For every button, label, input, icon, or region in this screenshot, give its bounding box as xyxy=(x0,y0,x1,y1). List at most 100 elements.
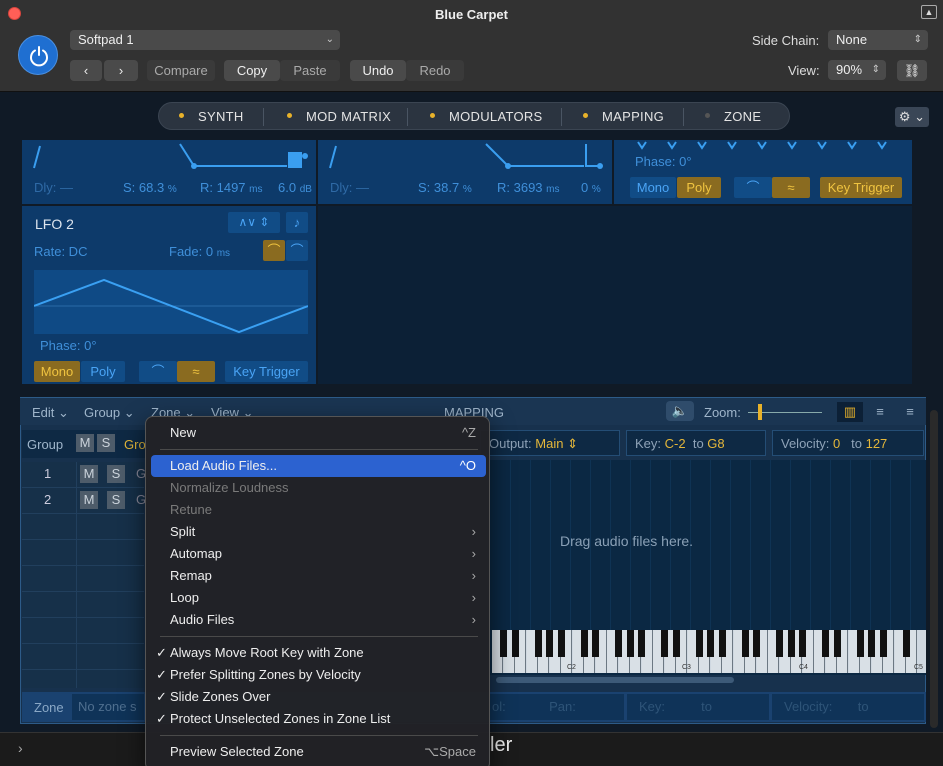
solo-button[interactable]: S xyxy=(107,491,125,509)
velocity-range-field[interactable]: Velocity: 0 to 127 xyxy=(772,430,924,456)
table-row[interactable]: 1 M S G xyxy=(22,462,146,488)
menu-item-load-audio-files[interactable]: Load Audio Files... ^O xyxy=(151,455,486,477)
view-zoom-select[interactable]: 90% ⇕ xyxy=(828,60,886,80)
black-key[interactable] xyxy=(902,630,910,657)
env1-release[interactable]: R: 1497 ms xyxy=(200,180,263,195)
menu-item-automap[interactable]: Automap › xyxy=(151,543,486,565)
edit-menu[interactable]: Edit ⌄ xyxy=(32,405,69,421)
menu-item-slide-zones[interactable]: ✓ Slide Zones Over xyxy=(151,686,486,708)
mute-button[interactable]: M xyxy=(80,465,98,483)
black-key[interactable] xyxy=(695,630,703,657)
env2-delay[interactable]: Dly: — xyxy=(330,180,369,195)
tab-mapping[interactable]: MAPPING xyxy=(583,103,664,131)
black-key[interactable] xyxy=(879,630,887,657)
note-sync-icon[interactable]: ♪ xyxy=(286,212,308,233)
undo-button[interactable]: Undo xyxy=(350,60,406,81)
vertical-scrollbar[interactable] xyxy=(930,410,938,728)
black-key[interactable] xyxy=(638,630,645,657)
menu-item-normalize-loudness[interactable]: Normalize Loudness xyxy=(151,477,486,499)
tab-synth[interactable]: SYNTH xyxy=(179,103,244,131)
black-key[interactable] xyxy=(776,630,783,657)
redo-button[interactable]: Redo xyxy=(406,60,464,81)
menu-item-split[interactable]: Split › xyxy=(151,521,486,543)
lfo2-mono-toggle[interactable]: Mono xyxy=(34,361,80,382)
copy-button[interactable]: Copy xyxy=(224,60,280,81)
collapse-icon[interactable]: ▲ xyxy=(921,5,937,19)
piano-keyboard[interactable]: C2 C3 C4 C5 xyxy=(492,630,926,673)
lfo1-mono-toggle[interactable]: Mono xyxy=(630,177,676,198)
black-key[interactable] xyxy=(822,630,829,657)
black-key[interactable] xyxy=(868,630,875,657)
speaker-icon[interactable]: 🔈 xyxy=(666,401,694,421)
black-key[interactable] xyxy=(833,630,841,657)
group-name-field[interactable]: Gro xyxy=(124,437,146,452)
group-view-icon[interactable]: ≡ xyxy=(867,402,893,422)
menu-item-protect-unselected[interactable]: ✓ Protect Unselected Zones in Zone List xyxy=(151,708,486,730)
lfo2-key-trigger-toggle[interactable]: Key Trigger xyxy=(225,361,308,382)
lfo1-poly-toggle[interactable]: Poly xyxy=(677,177,721,198)
output-select[interactable]: Output: Main ⇕ xyxy=(480,430,620,456)
black-key[interactable] xyxy=(592,630,599,657)
menu-item-retune[interactable]: Retune xyxy=(151,499,486,521)
lfo1-key-trigger-toggle[interactable]: Key Trigger xyxy=(820,177,902,198)
fade-in-curve-icon[interactable]: ⌒ xyxy=(263,240,285,261)
black-key[interactable] xyxy=(511,630,519,657)
env1-level[interactable]: 6.0 dB xyxy=(278,180,312,195)
power-button[interactable] xyxy=(18,35,58,75)
zone-velocity-range[interactable]: Velocity: to xyxy=(772,694,924,720)
black-key[interactable] xyxy=(500,630,507,657)
lfo2-rate[interactable]: Rate: DC xyxy=(34,244,87,259)
lfo2-fade-out-shape-icon[interactable]: ≈ xyxy=(177,361,215,382)
black-key[interactable] xyxy=(626,630,634,657)
gear-icon[interactable]: ⚙ ⌄ xyxy=(895,107,929,127)
zoom-slider[interactable] xyxy=(748,404,822,420)
link-icon[interactable]: ⛓ xyxy=(897,60,927,81)
group-solo-all[interactable]: S xyxy=(97,434,115,452)
next-preset-button[interactable]: › xyxy=(104,60,138,81)
env2-release[interactable]: R: 3693 ms xyxy=(497,180,560,195)
menu-item-prefer-splitting[interactable]: ✓ Prefer Splitting Zones by Velocity xyxy=(151,664,486,686)
black-key[interactable] xyxy=(580,630,588,657)
menu-item-new[interactable]: New ^Z xyxy=(151,422,486,444)
env1-sustain[interactable]: S: 68.3 % xyxy=(123,180,177,195)
tab-mod-matrix[interactable]: MOD MATRIX xyxy=(287,103,391,131)
menu-item-preview-zone[interactable]: Preview Selected Zone ⌥Space xyxy=(151,741,486,763)
black-key[interactable] xyxy=(672,630,680,657)
lfo2-fade[interactable]: Fade: 0 ms xyxy=(169,244,230,259)
zone-key-range[interactable]: Key: to xyxy=(627,694,769,720)
zone-volume-pan[interactable]: ol: Pan: xyxy=(490,694,624,720)
lfo1-fade-in-shape-icon[interactable]: ⌒ xyxy=(734,177,772,198)
env2-level[interactable]: 0 % xyxy=(581,180,601,195)
black-key[interactable] xyxy=(741,630,749,657)
black-key[interactable] xyxy=(787,630,795,657)
black-key[interactable] xyxy=(557,630,565,657)
black-key[interactable] xyxy=(534,630,542,657)
black-key[interactable] xyxy=(661,630,668,657)
lfo1-fade-out-shape-icon[interactable]: ≈ xyxy=(772,177,810,198)
black-key[interactable] xyxy=(799,630,806,657)
table-row[interactable]: 2 M S G xyxy=(22,488,146,514)
menu-item-loop[interactable]: Loop › xyxy=(151,587,486,609)
tab-modulators[interactable]: MODULATORS xyxy=(430,103,543,131)
sort-view-icon[interactable]: ≡ xyxy=(897,402,923,422)
zone-name-field[interactable]: No zone s xyxy=(72,694,144,720)
lfo2-fade-in-shape-icon[interactable]: ⌒ xyxy=(139,361,177,382)
group-mute-all[interactable]: M xyxy=(76,434,94,452)
env1-delay[interactable]: Dly: — xyxy=(34,180,73,195)
black-key[interactable] xyxy=(856,630,864,657)
black-key[interactable] xyxy=(546,630,553,657)
lfo2-waveform-select[interactable]: ∧∨ ⇕ xyxy=(228,212,280,233)
menu-item-remap[interactable]: Remap › xyxy=(151,565,486,587)
menu-item-audio-files[interactable]: Audio Files › xyxy=(151,609,486,631)
keyboard-view-icon[interactable]: ▥ xyxy=(837,402,863,422)
fade-out-curve-icon[interactable]: ⌒ xyxy=(286,240,308,261)
tab-zone[interactable]: ZONE xyxy=(705,103,761,131)
compare-button[interactable]: Compare xyxy=(147,60,215,81)
lfo2-poly-toggle[interactable]: Poly xyxy=(81,361,125,382)
paste-button[interactable]: Paste xyxy=(280,60,340,81)
horizontal-scrollbar[interactable] xyxy=(496,677,734,683)
chevron-right-icon[interactable]: › xyxy=(18,740,23,756)
mute-button[interactable]: M xyxy=(80,491,98,509)
black-key[interactable] xyxy=(615,630,622,657)
menu-item-move-root-key[interactable]: ✓ Always Move Root Key with Zone xyxy=(151,642,486,664)
